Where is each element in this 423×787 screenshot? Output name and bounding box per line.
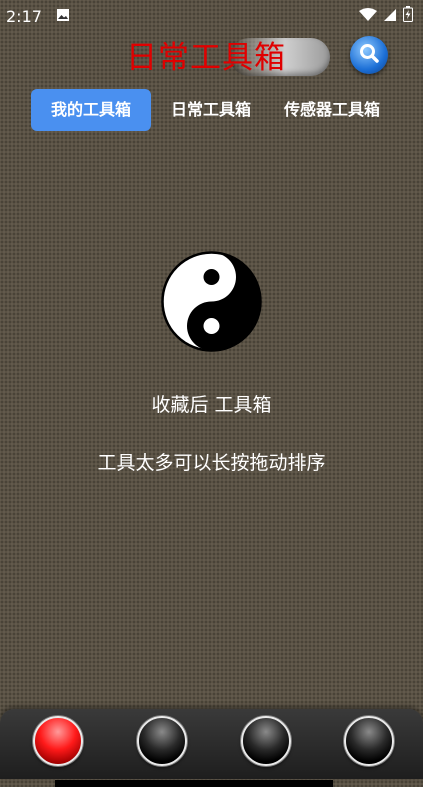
empty-hint-line1: 收藏后 工具箱 (151, 394, 272, 416)
tab-sensor-toolbox[interactable]: 传感器工具箱 (272, 89, 392, 131)
image-icon (56, 7, 70, 26)
tab-my-toolbox[interactable]: 我的工具箱 (31, 89, 151, 131)
battery-icon (403, 6, 413, 26)
nav-button-3[interactable] (241, 716, 291, 766)
search-icon (358, 42, 380, 68)
nav-button-1[interactable] (33, 716, 83, 766)
status-right (359, 6, 413, 26)
search-button[interactable] (350, 36, 388, 74)
home-indicator[interactable] (55, 780, 333, 787)
status-bar: 2:17 (0, 0, 423, 32)
tab-bar: 我的工具箱 日常工具箱 传感器工具箱 (0, 89, 423, 131)
nav-button-2[interactable] (137, 716, 187, 766)
bottom-nav (0, 709, 423, 779)
wifi-icon (359, 7, 377, 26)
app-title: 日常工具箱 (126, 40, 286, 76)
yin-yang-icon (161, 251, 262, 352)
header: 日常工具箱 (0, 36, 423, 80)
empty-hint-line2: 工具太多可以长按拖动排序 (97, 452, 326, 474)
status-left: 2:17 (6, 7, 70, 26)
signal-icon (383, 7, 397, 26)
status-time: 2:17 (6, 6, 42, 26)
nav-button-4[interactable] (344, 716, 394, 766)
tab-daily-toolbox[interactable]: 日常工具箱 (158, 89, 264, 131)
